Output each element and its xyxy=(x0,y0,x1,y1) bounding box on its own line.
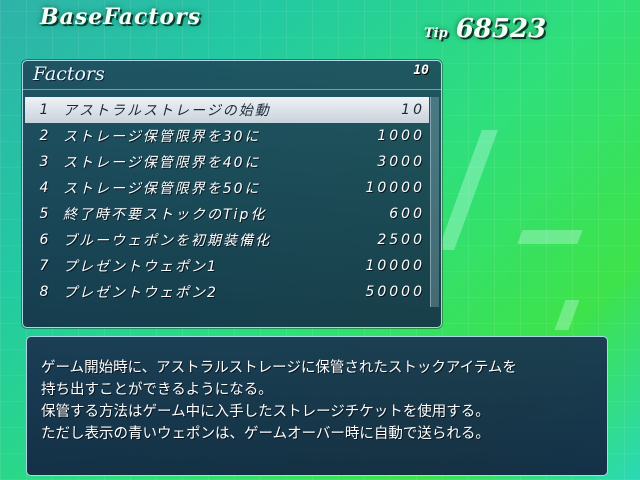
factor-row[interactable]: 1 アストラルストレージの始動 10 xyxy=(25,97,429,123)
panel-divider xyxy=(23,89,441,90)
factor-name: ストレージ保管限界を50に xyxy=(63,181,261,197)
description-text: ゲーム開始時に、アストラルストレージに保管されたストックアイテムを 持ち出すことが… xyxy=(41,357,597,445)
factor-number: 8 xyxy=(39,284,49,300)
factor-row[interactable]: 7 プレゼントウェポン1 10000 xyxy=(25,253,429,279)
factor-name: ブルーウェポンを初期装備化 xyxy=(63,233,271,249)
factor-row[interactable]: 4 ストレージ保管限界を50に 10000 xyxy=(25,175,429,201)
factor-name: プレゼントウェポン2 xyxy=(63,285,218,301)
tip-value: 68523 xyxy=(455,14,547,44)
factor-name: プレゼントウェポン1 xyxy=(63,259,218,275)
factor-name: 終了時不要ストックのTip化 xyxy=(63,207,267,223)
factor-number: 2 xyxy=(39,128,49,144)
factor-number: 5 xyxy=(39,206,49,222)
screen-title: BaseFactors xyxy=(40,4,202,30)
factor-number: 3 xyxy=(39,154,49,170)
factor-cost: 600 xyxy=(389,206,425,222)
background-streak xyxy=(554,300,580,330)
factor-number: 6 xyxy=(39,232,49,248)
factor-cost: 3000 xyxy=(377,154,425,170)
factor-name: ストレージ保管限界を30に xyxy=(63,129,261,145)
tip-label: Tip xyxy=(424,26,448,41)
description-line: 保管する方法はゲーム中に入手したストレージチケットを使用する。 xyxy=(41,404,490,420)
factor-number: 4 xyxy=(39,180,49,196)
description-line: 持ち出すことができるようになる。 xyxy=(41,382,273,398)
factor-cost: 10000 xyxy=(365,180,425,196)
factor-cost: 10 xyxy=(401,102,425,118)
factor-row[interactable]: 2 ストレージ保管限界を30に 1000 xyxy=(25,123,429,149)
scrollbar[interactable] xyxy=(430,97,439,307)
background-streak xyxy=(517,230,583,244)
description-panel: ゲーム開始時に、アストラルストレージに保管されたストックアイテムを 持ち出すことが… xyxy=(26,336,608,476)
panel-title: Factors xyxy=(33,63,105,85)
description-line: ただし表示の青いウェポンは、ゲームオーバー時に自動で送られる。 xyxy=(41,426,490,442)
factor-number: 1 xyxy=(39,102,49,118)
tip-counter: Tip 68523 xyxy=(424,14,546,44)
factor-name: アストラルストレージの始動 xyxy=(63,103,271,119)
factor-row[interactable]: 5 終了時不要ストックのTip化 600 xyxy=(25,201,429,227)
factor-row[interactable]: 8 プレゼントウェポン2 50000 xyxy=(25,279,429,305)
factor-cost: 10000 xyxy=(365,258,425,274)
factor-row[interactable]: 6 ブルーウェポンを初期装備化 2500 xyxy=(25,227,429,253)
factor-cost: 2500 xyxy=(377,232,425,248)
factor-name: ストレージ保管限界を40に xyxy=(63,155,261,171)
description-line: ゲーム開始時に、アストラルストレージに保管されたストックアイテムを xyxy=(41,360,517,376)
factor-number: 7 xyxy=(39,258,49,274)
background-streak xyxy=(438,130,498,250)
factor-cost: 1000 xyxy=(377,128,425,144)
factor-row[interactable]: 3 ストレージ保管限界を40に 3000 xyxy=(25,149,429,175)
factor-count: 10 xyxy=(413,63,429,78)
factor-cost: 50000 xyxy=(365,284,425,300)
factor-list: 1 アストラルストレージの始動 10 2 ストレージ保管限界を30に 1000 3 ストレージ… xyxy=(25,97,429,305)
factors-panel: Factors 10 1 アストラルストレージの始動 10 2 ストレージ保管限界を30… xyxy=(22,60,442,328)
